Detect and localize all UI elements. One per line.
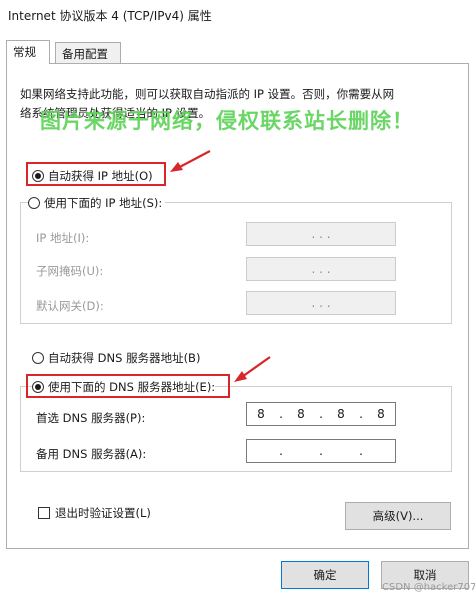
preferred-dns-input[interactable]: 8 . 8 . 8 . 8 (246, 402, 396, 426)
radio-manual-dns[interactable]: 使用下面的 DNS 服务器地址(E): (32, 379, 216, 395)
radio-indicator-auto-ip[interactable] (32, 170, 44, 182)
ip-address-value: . . . (311, 227, 331, 241)
title-bar: Internet 协议版本 4 (TCP/IPv4) 属性 (0, 0, 475, 30)
radio-label-auto-dns: 自动获得 DNS 服务器地址(B) (48, 351, 201, 365)
radio-indicator-manual-dns[interactable] (32, 381, 44, 393)
preferred-dns-octet-3: 8 (337, 407, 345, 421)
credit-text: CSDN @hacker707 (382, 582, 475, 593)
description-line-1: 如果网络支持此功能，则可以获取自动指派的 IP 设置。否则，你需要从网 (20, 87, 395, 101)
preferred-dns-octet-2: 8 (297, 407, 305, 421)
preferred-dns-octet-1: 8 (257, 407, 265, 421)
radio-auto-ip[interactable]: 自动获得 IP 地址(O) (32, 168, 153, 184)
default-gateway-value: . . . (311, 296, 331, 310)
ok-button[interactable]: 确定 (281, 561, 369, 589)
radio-indicator-manual-ip[interactable] (28, 197, 40, 209)
arrow-icon (170, 150, 211, 172)
default-gateway-label: 默认网关(D): (36, 299, 104, 313)
radio-label-auto-ip: 自动获得 IP 地址(O) (48, 169, 153, 183)
validate-on-exit-checkbox[interactable]: 退出时验证设置(L) (38, 505, 151, 521)
subnet-mask-label: 子网掩码(U): (36, 264, 104, 278)
tab-general[interactable]: 常规 (6, 40, 50, 64)
validate-on-exit-label: 退出时验证设置(L) (55, 506, 151, 520)
window-title: Internet 协议版本 4 (TCP/IPv4) 属性 (8, 9, 212, 23)
radio-label-manual-dns: 使用下面的 DNS 服务器地址(E): (48, 380, 216, 394)
alternate-dns-input[interactable]: . . . (246, 439, 396, 463)
alternate-dns-label: 备用 DNS 服务器(A): (36, 447, 147, 461)
advanced-button[interactable]: 高级(V)... (345, 502, 451, 530)
radio-indicator-auto-dns[interactable] (32, 352, 44, 364)
radio-label-manual-ip: 使用下面的 IP 地址(S): (44, 196, 163, 210)
default-gateway-input[interactable]: . . . (246, 291, 396, 315)
preferred-dns-octet-4: 8 (377, 407, 385, 421)
subnet-mask-value: . . . (311, 262, 331, 276)
radio-manual-ip[interactable]: 使用下面的 IP 地址(S): (28, 195, 166, 211)
radio-auto-dns[interactable]: 自动获得 DNS 服务器地址(B) (32, 350, 201, 366)
ip-address-label: IP 地址(I): (36, 231, 90, 245)
tab-alternate-config[interactable]: 备用配置 (55, 42, 121, 64)
ip-address-input[interactable]: . . . (246, 222, 396, 246)
preferred-dns-label: 首选 DNS 服务器(P): (36, 411, 146, 425)
arrow-icon (234, 356, 271, 382)
subnet-mask-input[interactable]: . . . (246, 257, 396, 281)
watermark-text: 图片来源于网络，侵权联系站长删除！ (40, 109, 414, 133)
checkbox-indicator[interactable] (38, 507, 50, 519)
